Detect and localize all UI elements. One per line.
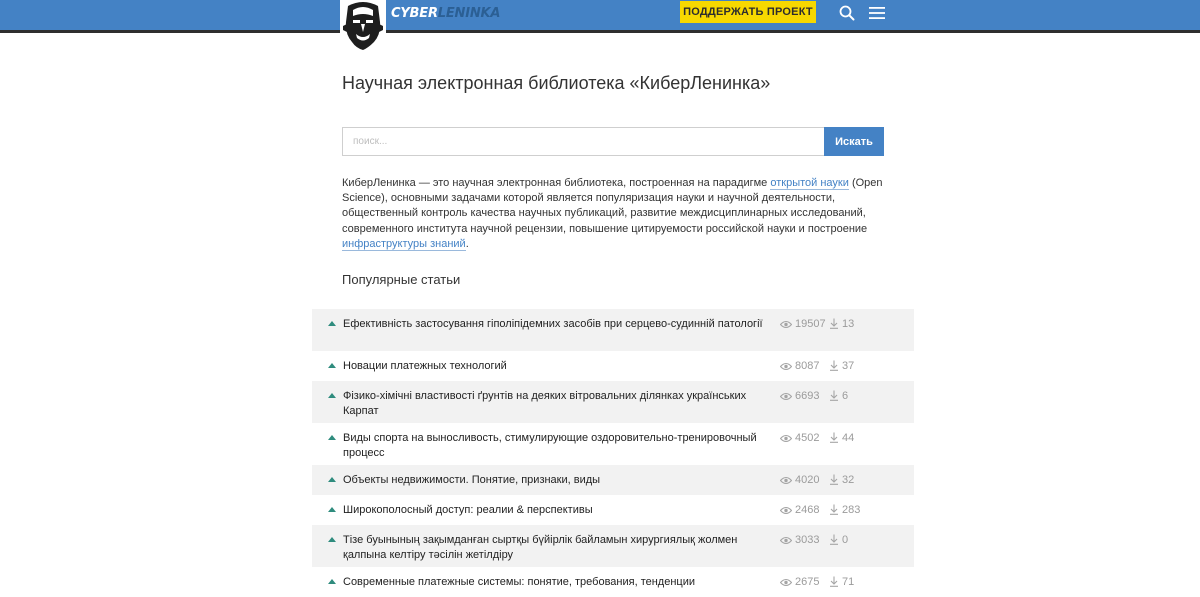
page-title: Научная электронная библиотека «КиберЛен…	[342, 73, 771, 93]
eye-icon	[779, 536, 793, 545]
download-icon	[830, 318, 838, 329]
logo-text-cyber: CYBER	[391, 6, 438, 21]
logo-wordmark: CYBERLENINKA	[391, 6, 500, 21]
article-downloads: 6	[842, 390, 849, 402]
trending-up-icon	[328, 579, 336, 584]
eye-icon	[779, 362, 793, 371]
download-icon	[830, 576, 838, 587]
article-views: 3033	[795, 534, 820, 546]
article-downloads: 44	[842, 432, 855, 444]
article-stats: 19507 13	[779, 318, 855, 330]
lenin-face-logo-icon	[340, 0, 386, 52]
article-row[interactable]: Широкополосный доступ: реалии & перспект…	[312, 495, 914, 525]
trending-up-icon	[328, 363, 336, 368]
eye-icon	[779, 392, 793, 401]
download-icon	[830, 360, 838, 371]
menu-hamburger-icon[interactable]	[868, 4, 886, 22]
download-icon	[830, 390, 838, 401]
eye-icon	[779, 320, 793, 329]
article-title[interactable]: Тізе буынының зақымданған сыртқы бүйірлі…	[343, 533, 773, 563]
article-views: 2468	[795, 504, 820, 516]
article-stats: 2468 283	[779, 504, 861, 516]
trending-up-icon	[328, 537, 336, 542]
trending-up-icon	[328, 507, 336, 512]
trending-up-icon	[328, 477, 336, 482]
description-text-1: КиберЛенинка — это научная электронная б…	[342, 177, 771, 189]
knowledge-infrastructure-link[interactable]: инфраструктуры знаний	[342, 237, 466, 251]
search-input[interactable]	[342, 127, 824, 156]
article-views: 4020	[795, 474, 820, 486]
download-icon	[830, 504, 838, 515]
eye-icon	[779, 434, 793, 443]
article-title[interactable]: Широкополосный доступ: реалии & перспект…	[343, 503, 773, 518]
article-title[interactable]: Объекты недвижимости. Понятие, признаки,…	[343, 473, 773, 488]
search-button[interactable]: Искать	[824, 127, 884, 156]
article-downloads: 71	[842, 576, 855, 588]
support-project-button[interactable]: ПОДДЕРЖАТЬ ПРОЕКТ	[680, 1, 816, 23]
article-row[interactable]: Тізе буынының зақымданған сыртқы бүйірлі…	[312, 525, 914, 567]
article-row[interactable]: Новации платежных технологий 8087 37	[312, 351, 914, 381]
article-stats: 8087 37	[779, 360, 855, 372]
download-icon	[830, 474, 838, 485]
article-views: 8087	[795, 360, 820, 372]
download-icon	[830, 432, 838, 443]
article-title[interactable]: Ефективність застосування гіполіпідемних…	[343, 317, 773, 332]
article-row[interactable]: Ефективність застосування гіполіпідемних…	[312, 309, 914, 351]
article-stats: 4502 44	[779, 432, 855, 444]
article-row[interactable]: Современные платежные системы: понятие, …	[312, 567, 914, 597]
site-logo[interactable]: CYBERLENINKA	[340, 0, 500, 52]
article-title[interactable]: Современные платежные системы: понятие, …	[343, 575, 773, 590]
article-views: 6693	[795, 390, 820, 402]
trending-up-icon	[328, 321, 336, 326]
article-title[interactable]: Виды спорта на выносливость, стимулирующ…	[343, 431, 773, 461]
article-downloads: 37	[842, 360, 855, 372]
article-views: 19507	[795, 318, 826, 330]
top-bar	[0, 0, 1200, 33]
article-downloads: 283	[842, 504, 861, 516]
article-stats: 4020 32	[779, 474, 855, 486]
eye-icon	[779, 476, 793, 485]
site-description: КиберЛенинка — это научная электронная б…	[342, 176, 887, 252]
eye-icon	[779, 506, 793, 515]
search-icon[interactable]	[838, 4, 856, 22]
download-icon	[830, 534, 838, 545]
article-row[interactable]: Виды спорта на выносливость, стимулирующ…	[312, 423, 914, 465]
article-downloads: 0	[842, 534, 849, 546]
trending-up-icon	[328, 393, 336, 398]
article-row[interactable]: Фізико-хімічні властивості ґрунтів на де…	[312, 381, 914, 423]
trending-up-icon	[328, 435, 336, 440]
article-views: 4502	[795, 432, 820, 444]
logo-text-leninka: LENINKA	[437, 6, 501, 21]
description-text-3: .	[465, 237, 469, 250]
article-downloads: 32	[842, 474, 855, 486]
article-views: 2675	[795, 576, 820, 588]
article-stats: 2675 71	[779, 576, 855, 588]
open-science-link[interactable]: открытой науки	[770, 177, 849, 190]
article-stats: 6693 6	[779, 390, 849, 402]
popular-articles-list: Ефективність застосування гіполіпідемних…	[312, 309, 914, 597]
article-title[interactable]: Новации платежных технологий	[343, 359, 773, 374]
article-downloads: 13	[842, 318, 855, 330]
popular-articles-heading: Популярные статьи	[342, 272, 461, 287]
article-title[interactable]: Фізико-хімічні властивості ґрунтів на де…	[343, 389, 773, 419]
article-stats: 3033 0	[779, 534, 849, 546]
article-row[interactable]: Объекты недвижимости. Понятие, признаки,…	[312, 465, 914, 495]
